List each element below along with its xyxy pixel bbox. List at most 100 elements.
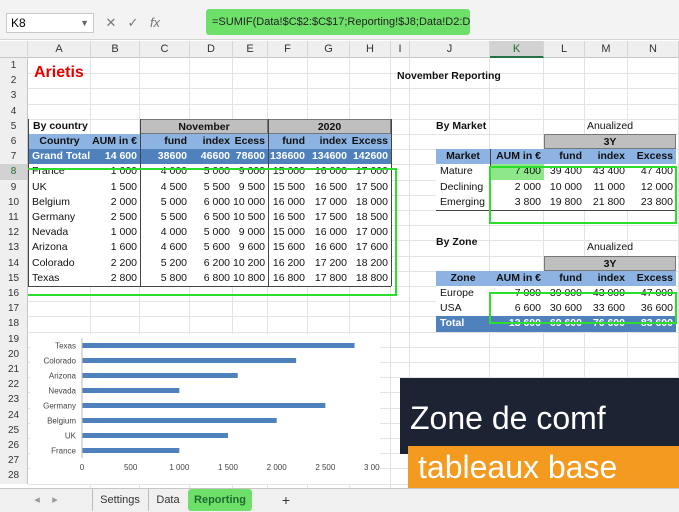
by-zone-label: By Zone — [436, 236, 478, 248]
grid-row-line — [28, 88, 679, 90]
row-header-24[interactable]: 24 — [0, 407, 28, 423]
row-header-12[interactable]: 12 — [0, 225, 28, 241]
bar-chart: Texas Colorado Arizona Nevada Germany Belgium… — [30, 334, 380, 484]
column-header-m[interactable]: M — [585, 41, 628, 58]
row-header-11[interactable]: 11 — [0, 210, 28, 226]
column-header-f[interactable]: F — [268, 41, 308, 58]
tab-settings[interactable]: Settings — [92, 489, 147, 511]
row-header-6[interactable]: 6 — [0, 134, 28, 150]
column-header-h[interactable]: H — [350, 41, 391, 58]
grid-row-line — [28, 103, 679, 105]
formula-buttons: ✕ ✓ fx — [100, 13, 166, 33]
tab-data[interactable]: Data — [148, 489, 187, 511]
formula-bar: K8 ▼ ✕ ✓ fx =SUMIF(Data!$C$2:$C$17;Reportin… — [0, 0, 679, 40]
highlight-market-values — [489, 166, 677, 224]
market-table-header: Market — [436, 149, 490, 165]
country-table-header: fund — [268, 134, 308, 150]
grand-total-cell: 46600 — [190, 149, 233, 165]
tab-reporting[interactable]: Reporting — [188, 489, 252, 511]
chart-category-label: Belgium — [47, 417, 76, 426]
grid-row-line — [28, 73, 679, 75]
row-header-19[interactable]: 19 — [0, 331, 28, 347]
group-header-november: November — [140, 118, 268, 134]
row-header-10[interactable]: 10 — [0, 194, 28, 210]
row-header-20[interactable]: 20 — [0, 346, 28, 362]
row-header-26[interactable]: 26 — [0, 438, 28, 454]
chart-category-label: Colorado — [44, 357, 77, 366]
chart-category-label: France — [51, 447, 76, 456]
market-annualized-label: Anualized — [586, 119, 634, 132]
column-header-n[interactable]: N — [628, 41, 679, 58]
grand-total-cell: 38600 — [140, 149, 190, 165]
add-sheet-icon[interactable]: + — [276, 489, 296, 511]
country-table-header: Excess — [350, 134, 391, 150]
row-header-23[interactable]: 23 — [0, 392, 28, 408]
column-header-d[interactable]: D — [190, 41, 233, 58]
row-header-3[interactable]: 3 — [0, 88, 28, 104]
zone-table-cell[interactable]: USA — [436, 301, 490, 317]
column-header-b[interactable]: B — [91, 41, 140, 58]
chart-bar-texas — [82, 343, 355, 348]
formula-input[interactable]: =SUMIF(Data!$C$2:$C$17;Reporting!$J8;Dat… — [206, 9, 470, 35]
tab-prev-icon[interactable]: ◂ — [30, 489, 44, 511]
chart-tick-label: 1 000 — [169, 463, 190, 472]
zone-table-header: fund — [544, 270, 585, 286]
zone-table-header: Excess — [628, 270, 676, 286]
chart-bar-france — [82, 448, 180, 453]
market-table-header: Excess — [628, 149, 676, 165]
name-box-value: K8 — [11, 16, 26, 30]
market-table-header: AUM in € — [490, 149, 544, 165]
column-header-c[interactable]: C — [140, 41, 190, 58]
row-header-15[interactable]: 15 — [0, 270, 28, 286]
row-header-13[interactable]: 13 — [0, 240, 28, 256]
row-header-17[interactable]: 17 — [0, 301, 28, 317]
column-header-k[interactable]: K — [490, 41, 544, 58]
zone-table-cell[interactable]: Europe — [436, 286, 490, 302]
chart-category-label: Texas — [55, 342, 76, 351]
grand-total-cell: 134600 — [308, 149, 350, 165]
column-header-l[interactable]: L — [544, 41, 585, 58]
fx-icon[interactable]: fx — [144, 13, 166, 33]
row-header-25[interactable]: 25 — [0, 422, 28, 438]
row-header-28[interactable]: 28 — [0, 468, 28, 484]
row-header-8[interactable]: 8 — [0, 164, 28, 180]
tab-next-icon[interactable]: ▸ — [48, 489, 62, 511]
row-header-9[interactable]: 9 — [0, 179, 28, 195]
grand-total-cell: 142600 — [350, 149, 391, 165]
grand-total-cell: 78600 — [233, 149, 268, 165]
row-header-4[interactable]: 4 — [0, 103, 28, 119]
confirm-icon[interactable]: ✓ — [122, 13, 144, 33]
column-header-e[interactable]: E — [233, 41, 268, 58]
select-all-corner[interactable] — [0, 41, 28, 58]
row-header-27[interactable]: 27 — [0, 453, 28, 469]
grand-total-cell: Grand Total — [28, 149, 91, 165]
chart-tick-label: 0 — [80, 463, 85, 472]
group-header-2020: 2020 — [268, 118, 391, 134]
row-header-18[interactable]: 18 — [0, 316, 28, 332]
column-header-j[interactable]: J — [410, 41, 490, 58]
row-header-21[interactable]: 21 — [0, 362, 28, 378]
country-table-header: index — [308, 134, 350, 150]
cancel-icon[interactable]: ✕ — [100, 13, 122, 33]
name-box[interactable]: K8 ▼ — [6, 13, 94, 33]
chevron-down-icon[interactable]: ▼ — [80, 14, 89, 32]
row-header-5[interactable]: 5 — [0, 118, 28, 134]
row-header-16[interactable]: 16 — [0, 286, 28, 302]
row-header-14[interactable]: 14 — [0, 255, 28, 271]
row-header-7[interactable]: 7 — [0, 149, 28, 165]
market-table-cell[interactable]: Mature — [436, 164, 490, 180]
chart-tick-label: 2 500 — [315, 463, 336, 472]
column-header-i[interactable]: I — [391, 41, 410, 58]
column-header-g[interactable]: G — [308, 41, 350, 58]
market-table-cell[interactable]: Declining — [436, 179, 490, 195]
chart-tick-label: 3 000 — [364, 463, 380, 472]
column-header-a[interactable]: A — [28, 41, 91, 58]
row-header-2[interactable]: 2 — [0, 73, 28, 89]
row-header-22[interactable]: 22 — [0, 377, 28, 393]
country-table-header: fund — [140, 134, 190, 150]
highlight-zone-values — [489, 292, 677, 324]
row-header-1[interactable]: 1 — [0, 58, 28, 74]
chart-category-label: Germany — [43, 402, 76, 411]
market-table-cell[interactable]: Emerging — [436, 194, 490, 210]
market-table-header: fund — [544, 149, 585, 165]
